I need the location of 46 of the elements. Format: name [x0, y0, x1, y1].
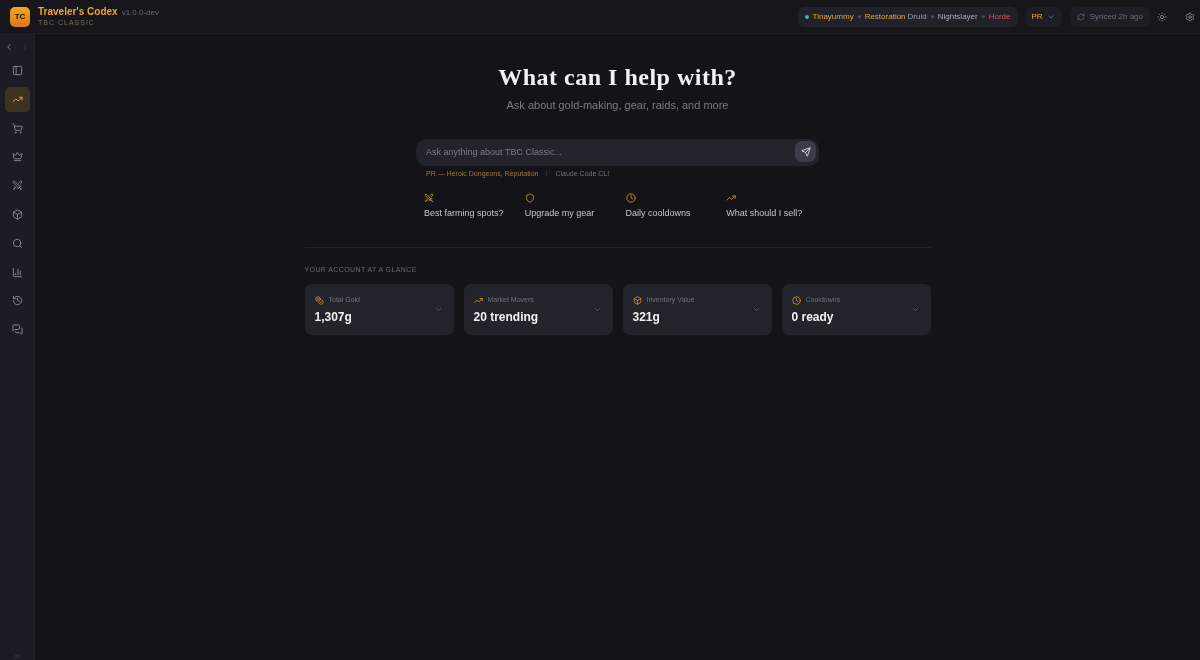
stat-value: 1,307g	[314, 309, 353, 324]
crossed-swords-icon	[11, 180, 23, 192]
shield-icon	[524, 193, 535, 203]
crown-icon	[11, 151, 23, 163]
sidebar-item[interactable]	[4, 86, 30, 112]
character-class: Druid	[907, 10, 927, 23]
send-button[interactable]	[795, 141, 816, 162]
suggestion-button[interactable]: Upgrade my gear	[516, 193, 618, 219]
profile-dropdown[interactable]: PR	[1025, 6, 1061, 27]
app-logo: TC	[10, 6, 30, 27]
character-spec: Restoration	[864, 10, 906, 23]
sun-icon	[1157, 11, 1167, 22]
cube-icon	[632, 296, 642, 305]
suggestion-button[interactable]: Best farming spots?	[416, 193, 517, 219]
history-icon	[11, 295, 23, 307]
clock-icon	[625, 193, 636, 203]
panel-icon	[11, 65, 23, 76]
settings-icon	[1185, 11, 1195, 22]
coins-icon	[314, 296, 324, 305]
suggestion-button[interactable]: What should I sell?	[718, 193, 819, 219]
chat-input[interactable]: Ask anything about TBC Classic...	[416, 138, 819, 166]
cart-icon	[11, 122, 23, 134]
hero-subtitle: Ask about gold-making, gear, raids, and more	[506, 98, 729, 112]
suggestion-button[interactable]: Daily cooldowns	[617, 193, 719, 219]
chat-bubbles-icon	[11, 324, 23, 336]
stat-value: 321g	[632, 309, 661, 324]
app-version: v1.0.0-dev	[121, 8, 159, 18]
faction-name: Horde	[988, 10, 1011, 23]
bar-chart-icon	[11, 266, 23, 278]
trending-up-icon	[473, 296, 483, 305]
realm-name: Nightslayer	[937, 10, 978, 23]
stat-value: 20 trending	[473, 309, 540, 324]
trending-up-icon	[726, 193, 737, 203]
refresh-icon	[1076, 12, 1085, 21]
chevron-left-icon	[4, 42, 14, 52]
cube-icon	[11, 209, 23, 220]
back-button[interactable]	[4, 41, 14, 53]
search-icon	[11, 237, 23, 249]
character-name: Tinayummy	[812, 10, 854, 23]
send-icon	[800, 146, 811, 157]
app-name: Traveler's Codex	[38, 6, 118, 18]
clock-icon	[791, 296, 801, 305]
crossed-swords-icon	[424, 193, 434, 203]
character-pill[interactable]: Tinayummy Restoration Druid Nightslayer Horde	[797, 6, 1018, 27]
stat-value: 0 ready	[791, 309, 835, 324]
hero-title: What can I help with?	[498, 63, 737, 91]
